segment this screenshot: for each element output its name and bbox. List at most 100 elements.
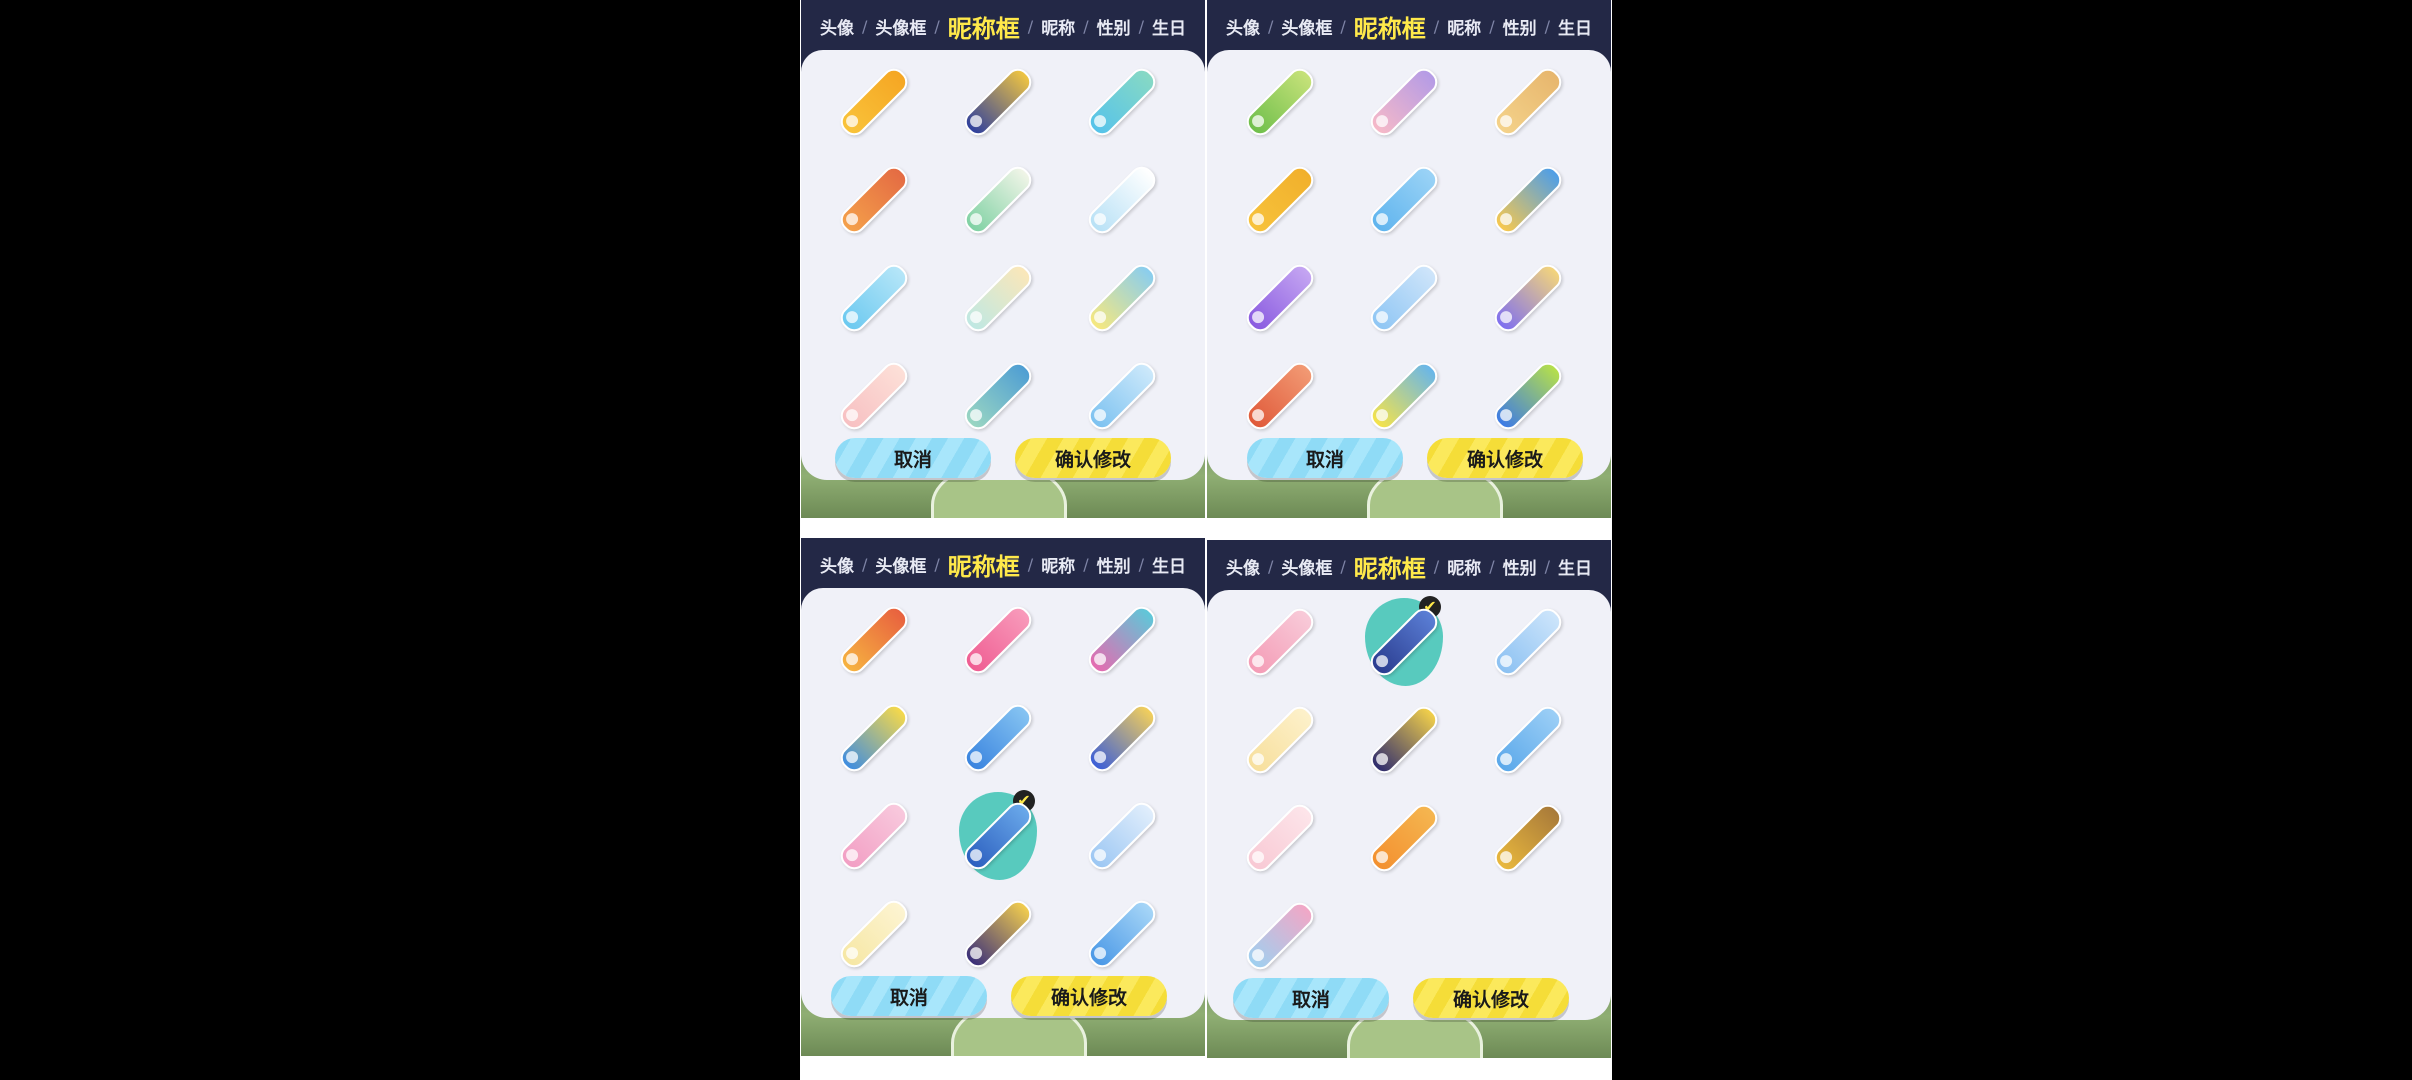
confirm-edit-button[interactable]: 确认修改: [1413, 978, 1569, 1018]
frame-option[interactable]: [819, 692, 929, 784]
frame-option[interactable]: [1225, 596, 1335, 688]
frame-option[interactable]: [1349, 792, 1459, 884]
frame-option[interactable]: [1349, 350, 1459, 442]
tab-birthday[interactable]: 生日: [1146, 14, 1192, 39]
tab-separator: /: [934, 16, 940, 36]
tab-avatar-frame[interactable]: 头像框: [1275, 14, 1338, 39]
profile-tab-bar: 头像 / 头像框 / 昵称框 / 昵称 / 性别 / 生日: [801, 0, 1205, 52]
tab-separator: /: [1027, 554, 1034, 574]
tab-birthday[interactable]: 生日: [1552, 554, 1598, 579]
tab-avatar[interactable]: 头像: [814, 14, 860, 39]
nickname-frame-20: [1365, 259, 1443, 337]
frame-option[interactable]: [819, 56, 929, 148]
confirm-edit-button[interactable]: 确认修改: [1011, 976, 1167, 1016]
frame-option[interactable]: [1067, 594, 1177, 686]
tab-separator: /: [1083, 554, 1089, 574]
cancel-button[interactable]: 取消: [1233, 978, 1389, 1018]
tab-avatar[interactable]: 头像: [814, 552, 860, 577]
tab-gender[interactable]: 性别: [1091, 14, 1137, 39]
nickname-frame-46: [1241, 897, 1319, 975]
frame-option[interactable]: [1067, 56, 1177, 148]
frame-option[interactable]: [943, 252, 1053, 344]
frame-grid: [1225, 56, 1593, 436]
tab-avatar[interactable]: 头像: [1220, 14, 1266, 39]
cancel-button[interactable]: 取消: [831, 976, 987, 1016]
nickname-frame-2: [959, 63, 1037, 141]
confirm-edit-button[interactable]: 确认修改: [1015, 438, 1171, 478]
tab-avatar-frame[interactable]: 头像框: [869, 552, 932, 577]
nickname-frame-28: [835, 699, 913, 777]
frame-option[interactable]: [1067, 154, 1177, 246]
tab-separator: /: [862, 16, 868, 36]
frame-option[interactable]: ✔: [1349, 596, 1459, 688]
frame-option[interactable]: [1473, 596, 1583, 688]
nickname-frame-43: [1241, 799, 1319, 877]
frame-option[interactable]: [1067, 350, 1177, 442]
frame-option[interactable]: [819, 252, 929, 344]
tab-separator: /: [1083, 16, 1089, 36]
nickname-frame-5: [959, 161, 1037, 239]
frame-option[interactable]: [1067, 692, 1177, 784]
frame-option[interactable]: [819, 790, 929, 882]
frame-option[interactable]: [1067, 790, 1177, 882]
tab-nickname[interactable]: 昵称: [1035, 552, 1081, 577]
frame-option[interactable]: [943, 594, 1053, 686]
frame-option[interactable]: [1225, 350, 1335, 442]
frame-option[interactable]: ✔: [943, 790, 1053, 882]
tab-nickname-frame[interactable]: 昵称框: [1348, 9, 1432, 44]
tab-nickname[interactable]: 昵称: [1035, 14, 1081, 39]
frame-option[interactable]: [1473, 694, 1583, 786]
frame-option[interactable]: [1349, 154, 1459, 246]
frame-option[interactable]: [1067, 252, 1177, 344]
tab-gender[interactable]: 性别: [1497, 14, 1543, 39]
nickname-frame-30: [1083, 699, 1161, 777]
frame-option[interactable]: [1225, 252, 1335, 344]
tab-gender[interactable]: 性别: [1497, 554, 1543, 579]
frame-option[interactable]: [1473, 56, 1583, 148]
frame-option[interactable]: [1225, 56, 1335, 148]
frame-option[interactable]: [1349, 694, 1459, 786]
frame-option[interactable]: [943, 56, 1053, 148]
tab-avatar-frame[interactable]: 头像框: [869, 14, 932, 39]
frame-option[interactable]: [1349, 252, 1459, 344]
frame-option[interactable]: [1473, 350, 1583, 442]
nickname-frame-14: [1365, 63, 1443, 141]
tab-nickname-frame[interactable]: 昵称框: [1348, 549, 1432, 584]
tab-birthday[interactable]: 生日: [1552, 14, 1598, 39]
nickname-frame-35: [959, 895, 1037, 973]
tab-gender[interactable]: 性别: [1091, 552, 1137, 577]
frame-option[interactable]: [1473, 792, 1583, 884]
frame-option[interactable]: [1225, 792, 1335, 884]
tab-nickname-frame[interactable]: 昵称框: [942, 547, 1026, 582]
frame-option[interactable]: [943, 888, 1053, 980]
frame-option[interactable]: [819, 888, 929, 980]
frame-option[interactable]: [943, 350, 1053, 442]
tab-birthday[interactable]: 生日: [1146, 552, 1192, 577]
nickname-frame-33: [1083, 797, 1161, 875]
frame-option[interactable]: [1349, 56, 1459, 148]
frame-option[interactable]: [943, 154, 1053, 246]
frame-option[interactable]: [1067, 888, 1177, 980]
tab-nickname[interactable]: 昵称: [1441, 14, 1487, 39]
tab-avatar[interactable]: 头像: [1220, 554, 1266, 579]
frame-option[interactable]: [1473, 154, 1583, 246]
tab-avatar-frame[interactable]: 头像框: [1275, 554, 1338, 579]
confirm-edit-button[interactable]: 确认修改: [1427, 438, 1583, 478]
tab-nickname-frame[interactable]: 昵称框: [942, 9, 1026, 44]
frame-option[interactable]: [819, 154, 929, 246]
cancel-button[interactable]: 取消: [1247, 438, 1403, 478]
frame-option[interactable]: [1225, 154, 1335, 246]
tab-separator: /: [1027, 16, 1034, 36]
profile-tab-bar: 头像 / 头像框 / 昵称框 / 昵称 / 性别 / 生日: [1207, 0, 1611, 52]
nickname-frame-24: [1489, 357, 1567, 435]
frame-option[interactable]: [1225, 694, 1335, 786]
nickname-frame-10: [835, 357, 913, 435]
tab-nickname[interactable]: 昵称: [1441, 554, 1487, 579]
frame-option[interactable]: [819, 594, 929, 686]
frame-option[interactable]: [1225, 890, 1335, 982]
frame-option[interactable]: [943, 692, 1053, 784]
frame-option[interactable]: [819, 350, 929, 442]
cancel-button[interactable]: 取消: [835, 438, 991, 478]
frame-option[interactable]: [1473, 252, 1583, 344]
profile-tab-bar: 头像 / 头像框 / 昵称框 / 昵称 / 性别 / 生日: [801, 538, 1205, 590]
